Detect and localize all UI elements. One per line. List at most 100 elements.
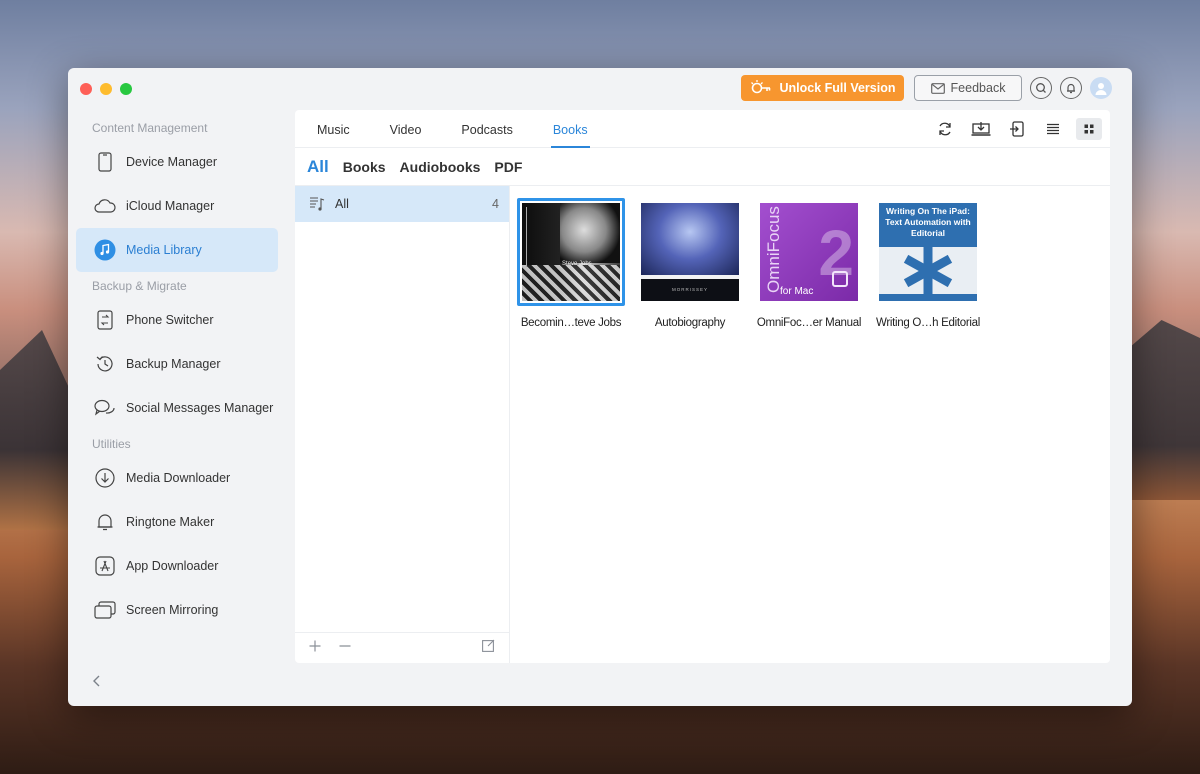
- user-avatar[interactable]: [1090, 77, 1112, 99]
- screens-icon: [94, 599, 116, 621]
- sidebar-item-label: iCloud Manager: [126, 199, 215, 213]
- book-title: Autobiography: [654, 317, 726, 329]
- tab-books[interactable]: Books: [550, 123, 590, 148]
- key-icon: [750, 80, 770, 94]
- collection-list: All 4: [295, 186, 510, 663]
- list-footer: [295, 632, 509, 663]
- remove-collection-button[interactable]: [339, 639, 351, 657]
- plus-icon: [309, 640, 321, 652]
- sidebar: Content Management Device Manager iCloud…: [76, 116, 278, 696]
- subtab-audiobooks[interactable]: Audiobooks: [400, 159, 481, 175]
- sidebar-item-device-manager[interactable]: Device Manager: [76, 140, 278, 184]
- list-view-button[interactable]: [1040, 118, 1066, 140]
- book-cover-frame: OmniFocus 2 for Mac: [755, 198, 863, 306]
- sidebar-item-backup-manager[interactable]: Backup Manager: [76, 342, 278, 386]
- book-cover-image: MORRISSEY: [641, 203, 739, 301]
- unlock-full-version-button[interactable]: Unlock Full Version: [741, 75, 904, 101]
- sidebar-item-label: Backup Manager: [126, 357, 221, 371]
- view-toolbar: [932, 118, 1102, 140]
- subtab-pdf[interactable]: PDF: [494, 159, 522, 175]
- books-grid: Steve Jobs Becomin…teve Jobs MORRISSEY A…: [517, 198, 982, 329]
- sidebar-item-app-downloader[interactable]: App Downloader: [76, 544, 278, 588]
- book-cover-image: Writing On The iPad: Text Automation wit…: [879, 203, 977, 301]
- section-label-content-management: Content Management: [92, 121, 208, 135]
- refresh-icon: [939, 122, 951, 136]
- book-title: Writing O…h Editorial: [875, 317, 981, 329]
- cover-subtitle: for Mac: [780, 286, 814, 297]
- chevron-left-icon: [93, 675, 100, 687]
- book-title: Becomin…teve Jobs: [520, 317, 622, 329]
- sidebar-item-phone-switcher[interactable]: Phone Switcher: [76, 298, 278, 342]
- subtab-all[interactable]: All: [307, 157, 329, 177]
- book-cover-image: Steve Jobs: [522, 203, 620, 301]
- book-title: OmniFoc…er Manual: [756, 317, 862, 329]
- book-list-icon: [310, 197, 325, 211]
- sidebar-item-media-library[interactable]: Media Library: [76, 228, 278, 272]
- music-note-icon: [94, 239, 116, 261]
- phone-switch-icon: [94, 309, 116, 331]
- desktop-mountain-left: [0, 330, 70, 530]
- send-to-device-button[interactable]: [1004, 118, 1030, 140]
- sidebar-item-social-messages-manager[interactable]: Social Messages Manager: [76, 386, 278, 430]
- notifications-button[interactable]: [1060, 77, 1082, 99]
- book-item[interactable]: Steve Jobs Becomin…teve Jobs: [517, 198, 625, 329]
- sidebar-item-ringtone-maker[interactable]: Ringtone Maker: [76, 500, 278, 544]
- export-to-computer-icon: [971, 122, 991, 136]
- cover-text: Steve Jobs: [562, 261, 592, 267]
- sidebar-item-media-downloader[interactable]: Media Downloader: [76, 456, 278, 500]
- book-item[interactable]: OmniFocus 2 for Mac OmniFoc…er Manual: [755, 198, 863, 329]
- app-window: Unlock Full Version Feedback Content Man…: [68, 68, 1132, 706]
- book-item[interactable]: Writing On The iPad: Text Automation wit…: [874, 198, 982, 329]
- zoom-window-button[interactable]: [120, 83, 132, 95]
- edit-collection-button[interactable]: [482, 639, 495, 657]
- book-cover-frame: Steve Jobs: [517, 198, 625, 306]
- main-panel: Music Video Podcasts Books All Books Aud…: [295, 110, 1110, 663]
- section-label-utilities: Utilities: [92, 437, 131, 451]
- desktop-mountain-right: [1130, 320, 1200, 500]
- window-controls: [80, 83, 132, 95]
- history-icon: [94, 353, 116, 375]
- book-cover-frame: Writing On The iPad: Text Automation wit…: [874, 198, 982, 306]
- search-icon: [1036, 83, 1046, 93]
- search-button[interactable]: [1030, 77, 1052, 99]
- feedback-button[interactable]: Feedback: [914, 75, 1022, 101]
- phone-icon: [94, 151, 116, 173]
- cover-text: MORRISSEY: [671, 287, 708, 292]
- list-item[interactable]: All 4: [295, 186, 509, 222]
- tab-music[interactable]: Music: [317, 123, 350, 147]
- sidebar-item-label: Social Messages Manager: [126, 401, 274, 415]
- export-to-computer-button[interactable]: [968, 118, 994, 140]
- app-store-icon: [94, 555, 116, 577]
- refresh-button[interactable]: [932, 118, 958, 140]
- minimize-window-button[interactable]: [100, 83, 112, 95]
- sidebar-item-label: Media Library: [126, 243, 202, 257]
- sidebar-item-label: App Downloader: [126, 559, 219, 573]
- sidebar-item-label: Screen Mirroring: [126, 603, 219, 617]
- asterisk-graphic: [903, 247, 953, 295]
- sidebar-item-label: Media Downloader: [126, 471, 231, 485]
- subtab-books[interactable]: Books: [343, 159, 386, 175]
- close-window-button[interactable]: [80, 83, 92, 95]
- grid-view-button[interactable]: [1076, 118, 1102, 140]
- sidebar-item-icloud-manager[interactable]: iCloud Manager: [76, 184, 278, 228]
- book-item[interactable]: MORRISSEY Autobiography: [636, 198, 744, 329]
- list-item-count: 4: [492, 197, 499, 211]
- send-to-device-icon: [1010, 121, 1024, 137]
- checkbox-graphic: [832, 271, 848, 287]
- list-item-label: All: [335, 197, 349, 211]
- mail-icon: [930, 82, 945, 94]
- sidebar-item-label: Phone Switcher: [126, 313, 214, 327]
- user-icon: [1095, 83, 1107, 95]
- collapse-sidebar-button[interactable]: [92, 674, 102, 692]
- sidebar-item-screen-mirroring[interactable]: Screen Mirroring: [76, 588, 278, 632]
- section-label-backup-migrate: Backup & Migrate: [92, 279, 187, 293]
- grid-view-icon: [1084, 124, 1094, 134]
- tab-video[interactable]: Video: [390, 123, 422, 147]
- list-view-icon: [1047, 123, 1059, 135]
- cloud-icon: [94, 195, 116, 217]
- tab-podcasts[interactable]: Podcasts: [461, 123, 512, 147]
- feedback-label: Feedback: [950, 81, 1006, 95]
- add-collection-button[interactable]: [309, 639, 321, 657]
- cover-text: Writing On The iPad: Text Automation wit…: [879, 203, 977, 247]
- bell-icon: [1067, 83, 1075, 94]
